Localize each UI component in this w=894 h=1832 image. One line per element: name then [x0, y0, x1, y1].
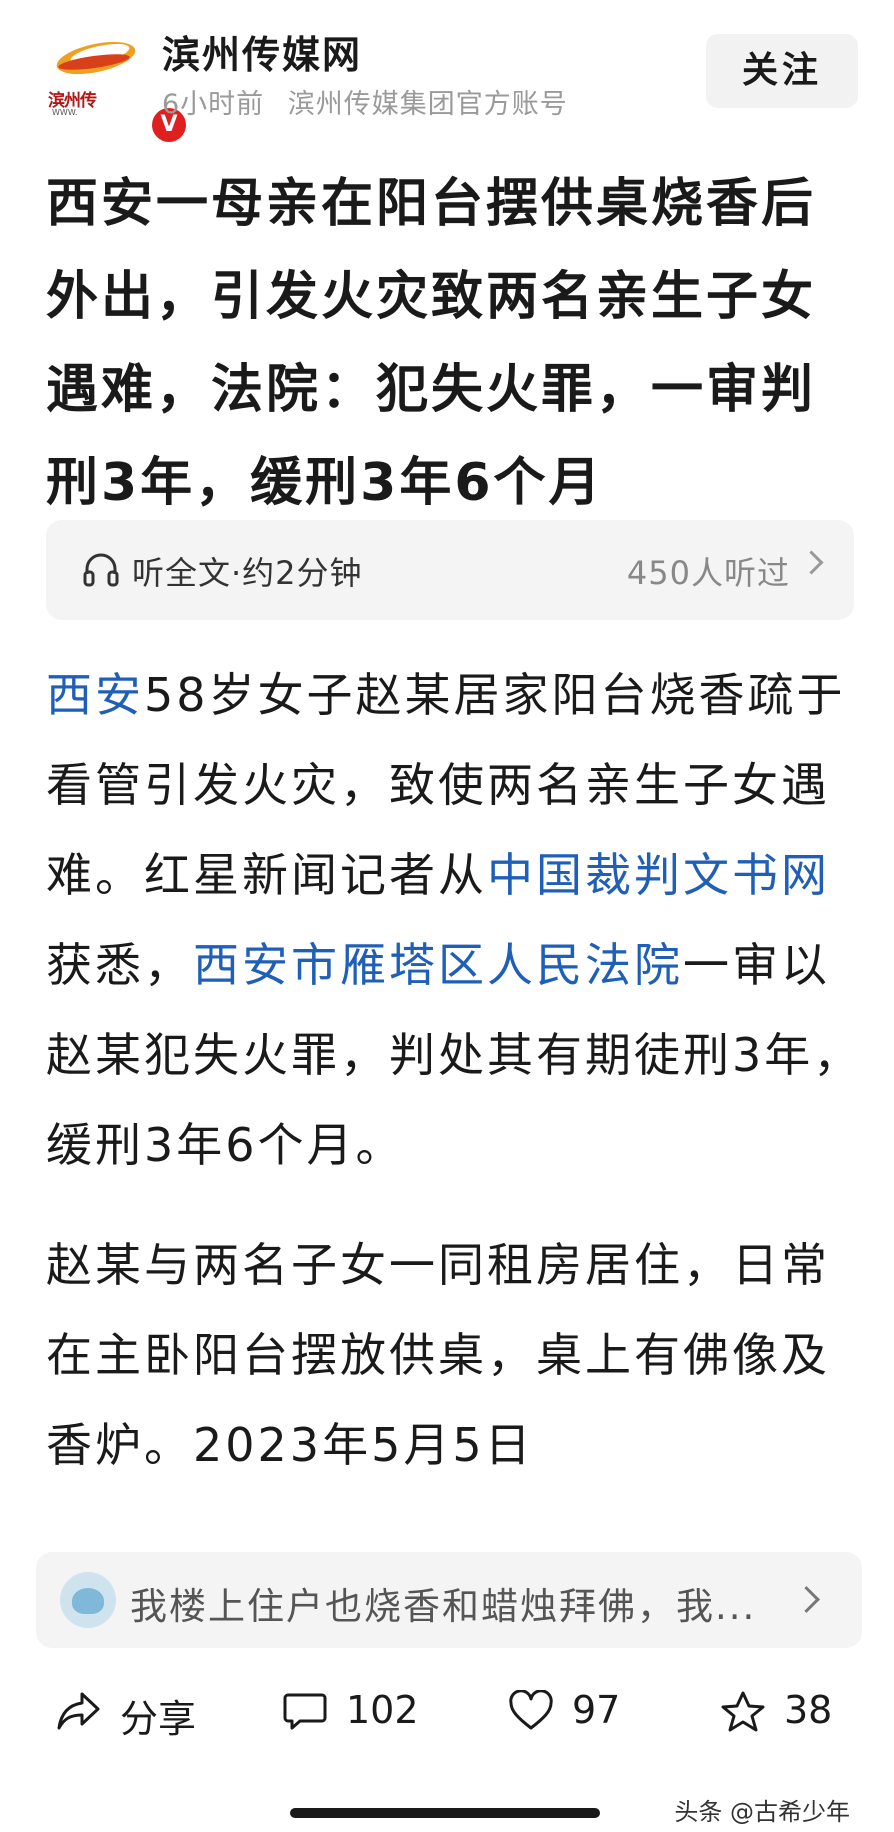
content-fade [0, 1510, 894, 1550]
like-button[interactable]: 97 [508, 1682, 648, 1742]
link-court-documents[interactable]: 中国裁判文书网 [487, 848, 830, 902]
article-text: 获悉， [46, 938, 193, 992]
comment-icon [283, 1693, 327, 1730]
comment-preview-text: 我楼上住户也烧香和蜡烛拜佛，我... [130, 1585, 757, 1628]
star-icon [721, 1691, 765, 1732]
home-indicator[interactable] [290, 1808, 600, 1818]
share-button[interactable]: 分享 [56, 1682, 216, 1742]
listen-full-text-bar[interactable]: 听全文·约2分钟 450人听过 [46, 520, 854, 620]
source-name[interactable]: 滨州传媒网 [162, 24, 362, 79]
comment-count: 102 [346, 1688, 419, 1732]
article-title: 西安一母亲在阳台摆供桌烧香后外出，引发火灾致两名亲生子女遇难，法院：犯失火罪，一… [46, 174, 817, 513]
listen-label: 听全文·约2分钟 [132, 554, 363, 592]
favorite-count: 38 [784, 1688, 833, 1732]
logo-subtext: WWW. [52, 108, 78, 117]
publish-time: 6小时前 [162, 89, 265, 120]
article-header: 滨州传 WWW. V 滨州传媒网 6小时前 滨州传媒集团官方账号 关注 [0, 0, 894, 142]
like-count: 97 [572, 1688, 621, 1732]
link-yanta-court[interactable]: 西安市雁塔区人民法院 [193, 938, 683, 992]
avatar [60, 1572, 116, 1628]
article-paragraph: 赵某与两名子女一同租房居住，日常在主卧阳台摆放供桌，桌上有佛像及香炉。2023年… [46, 1238, 830, 1472]
watermark: 头条 @古希少年 [674, 1798, 850, 1826]
chevron-right-icon [793, 1586, 820, 1613]
comment-button[interactable]: 102 [282, 1682, 442, 1742]
share-label: 分享 [120, 1697, 197, 1741]
article-paragraph: 西安58岁女子赵某居家阳台烧香疏于看管引发火灾，致使两名亲生子女遇难。红星新闻记… [46, 650, 866, 1190]
comment-preview-bar[interactable]: 我楼上住户也烧香和蜡烛拜佛，我... [36, 1552, 862, 1648]
listen-count: 450人听过 [626, 554, 790, 592]
account-description: 滨州传媒集团官方账号 [287, 89, 568, 120]
share-icon [57, 1692, 100, 1730]
chevron-right-icon [799, 550, 824, 575]
article-body: 西安58岁女子赵某居家阳台烧香疏于看管引发火灾，致使两名亲生子女遇难。红星新闻记… [46, 650, 866, 1490]
bottom-action-bar: 分享 102 97 38 [0, 1660, 894, 1770]
headphone-icon [83, 553, 119, 587]
link-xian[interactable]: 西安 [46, 668, 144, 722]
favorite-button[interactable]: 38 [720, 1682, 860, 1742]
source-logo[interactable]: 滨州传 WWW. V [44, 28, 186, 142]
heart-icon [509, 1690, 553, 1730]
source-meta: 6小时前 滨州传媒集团官方账号 [162, 82, 568, 121]
logo-swoosh-icon [56, 41, 136, 75]
follow-button[interactable]: 关注 [706, 34, 858, 108]
